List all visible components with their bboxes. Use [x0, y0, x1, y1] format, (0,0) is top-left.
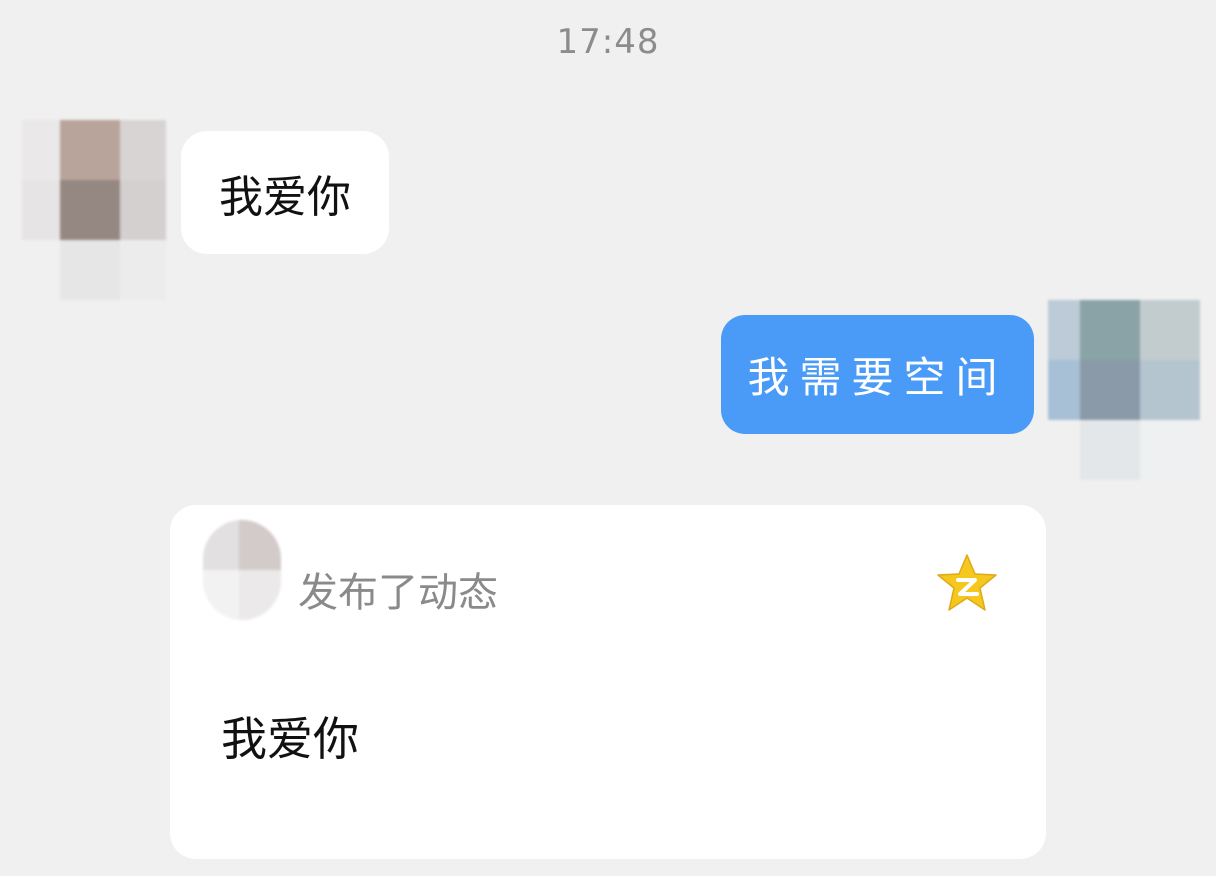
outgoing-message-bubble[interactable]: 我需要空间	[721, 315, 1034, 434]
sender-avatar[interactable]	[22, 120, 166, 300]
incoming-message-bubble[interactable]: 我爱你	[181, 131, 389, 254]
incoming-message-text: 我爱你	[219, 171, 351, 223]
qzone-share-card[interactable]	[170, 505, 1046, 859]
card-author-avatar	[203, 520, 281, 620]
own-avatar[interactable]	[1048, 300, 1200, 480]
chat-timestamp: 17:48	[556, 22, 660, 62]
qzone-star-icon	[937, 554, 997, 611]
card-content-text: 我爱你	[221, 712, 359, 766]
outgoing-message-text: 我需要空间	[747, 353, 1008, 402]
card-header-text: 发布了动态	[298, 570, 498, 616]
